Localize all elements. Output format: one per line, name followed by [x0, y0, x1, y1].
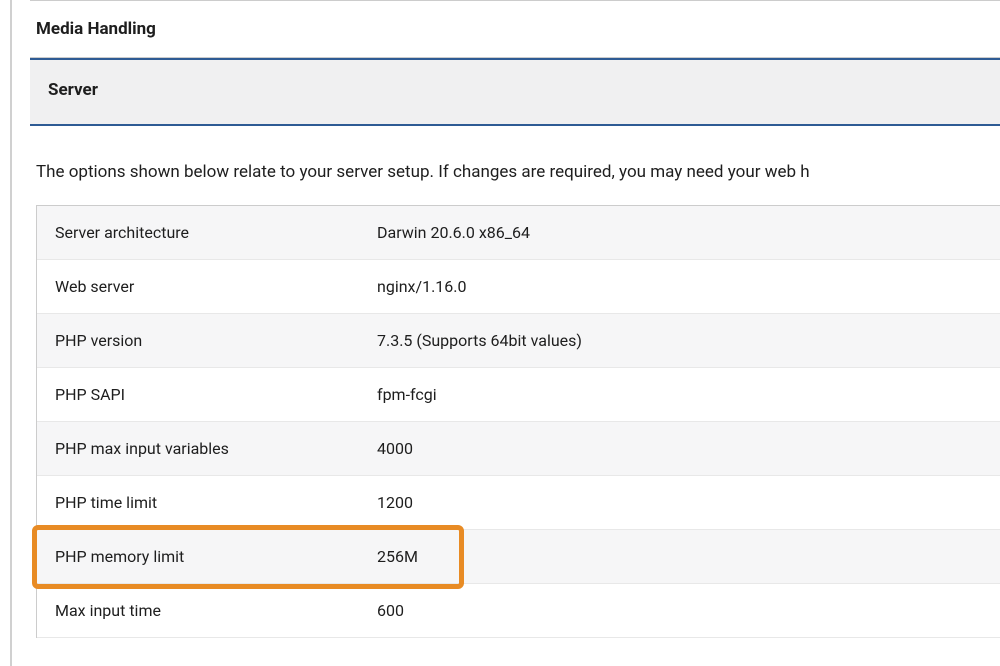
server-info-table: Server architecture Darwin 20.6.0 x86_64…: [36, 205, 1000, 638]
table-row: PHP max input variables 4000: [37, 422, 1000, 476]
table-row: PHP memory limit 256M: [37, 530, 1000, 584]
row-value: 600: [377, 601, 1000, 620]
table-row: PHP SAPI fpm-fcgi: [37, 368, 1000, 422]
row-value: fpm-fcgi: [377, 385, 1000, 404]
server-title: Server: [48, 80, 982, 100]
media-handling-title: Media Handling: [36, 19, 982, 39]
table-row: PHP version 7.3.5 (Supports 64bit values…: [37, 314, 1000, 368]
table-row: PHP time limit 1200: [37, 476, 1000, 530]
row-value: Darwin 20.6.0 x86_64: [377, 223, 1000, 242]
row-label: Web server: [37, 277, 377, 296]
row-value: 4000: [377, 439, 1000, 458]
page-content: Media Handling Server The options shown …: [10, 0, 1000, 666]
table-row: Server architecture Darwin 20.6.0 x86_64: [37, 206, 1000, 260]
table-row: Web server nginx/1.16.0: [37, 260, 1000, 314]
row-label: PHP memory limit: [37, 547, 377, 566]
server-accordion[interactable]: Server: [30, 58, 1000, 126]
table-row: Max input time 600: [37, 584, 1000, 638]
server-description: The options shown below relate to your s…: [30, 126, 1000, 205]
row-label: PHP SAPI: [37, 385, 377, 404]
row-value: 7.3.5 (Supports 64bit values): [377, 331, 1000, 350]
row-value: nginx/1.16.0: [377, 277, 1000, 296]
row-label: PHP version: [37, 331, 377, 350]
row-value: 256M: [377, 547, 1000, 566]
row-value: 1200: [377, 493, 1000, 512]
row-label: Max input time: [37, 601, 377, 620]
media-handling-accordion[interactable]: Media Handling: [30, 1, 1000, 58]
row-label: Server architecture: [37, 223, 377, 242]
row-label: PHP max input variables: [37, 439, 377, 458]
row-label: PHP time limit: [37, 493, 377, 512]
